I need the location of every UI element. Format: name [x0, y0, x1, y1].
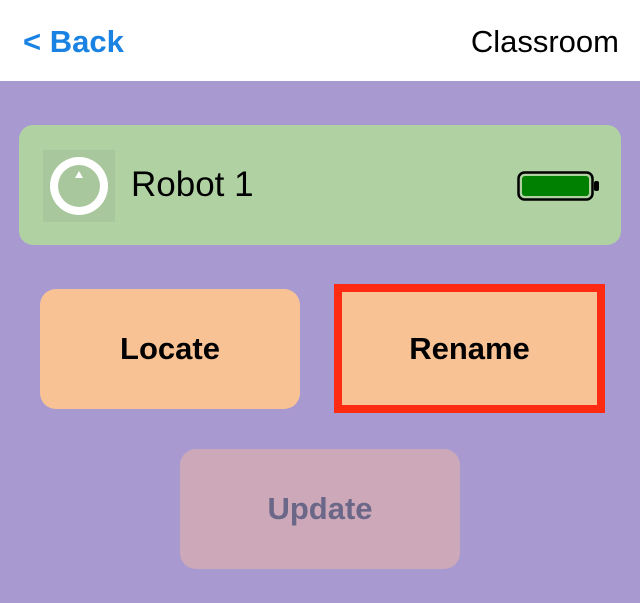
robot-card: Robot 1 — [19, 125, 621, 245]
robot-avatar-icon — [43, 150, 115, 222]
rename-button[interactable]: Rename — [334, 284, 605, 413]
update-button[interactable]: Update — [180, 449, 460, 569]
back-button[interactable]: < Back — [23, 22, 124, 62]
navigation-bar: < Back Classroom — [0, 0, 640, 81]
page-title: Classroom — [470, 24, 619, 59]
robot-name: Robot 1 — [131, 165, 254, 204]
battery-full-icon — [517, 171, 599, 201]
locate-button[interactable]: Locate — [40, 289, 300, 409]
